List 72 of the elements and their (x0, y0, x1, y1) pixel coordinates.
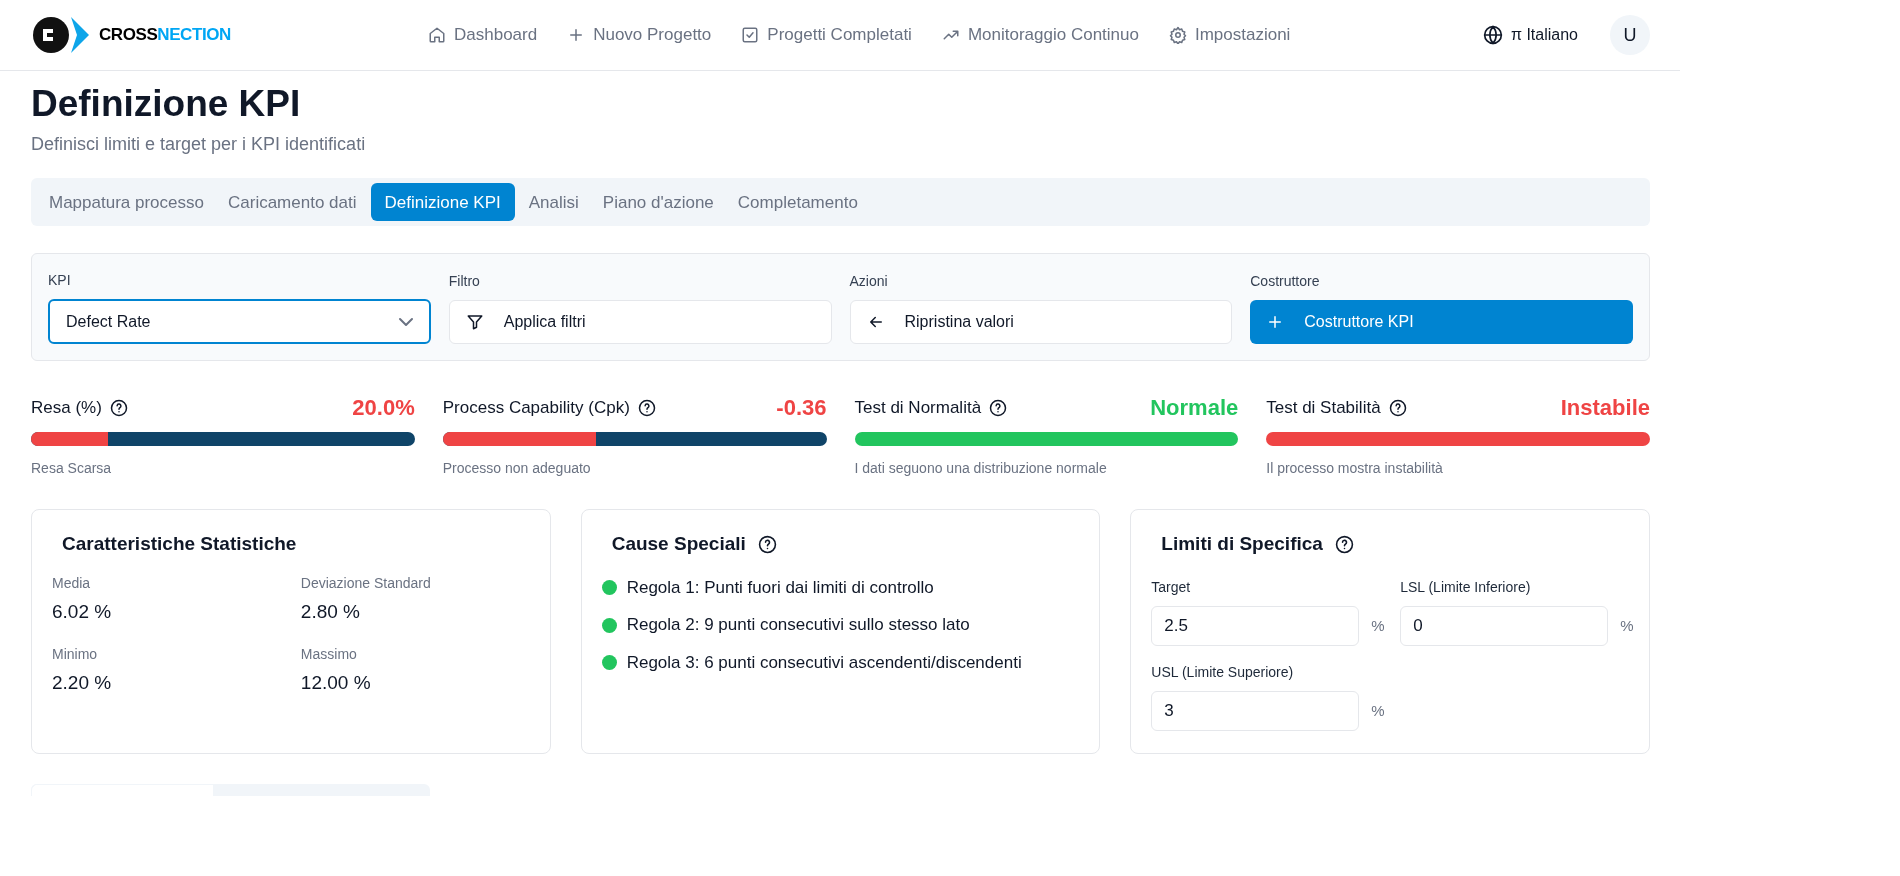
card-title: Cause Speciali (611, 532, 746, 557)
number-input[interactable]: 3 (1151, 690, 1360, 731)
brand-name: CROSSNECTION (99, 24, 231, 47)
field-label: USL (Limite Superiore) (1151, 662, 1295, 682)
unit-label: % (1371, 700, 1385, 721)
page-title: Definizione KPI (31, 82, 302, 126)
field-label: Costruttore (1250, 271, 1321, 291)
stat-value: 12.00 % (300, 671, 372, 696)
card-title: Caratteristiche Statistiche (62, 532, 298, 557)
user-avatar[interactable]: U (1610, 15, 1650, 55)
stat-label: Minimo (52, 645, 99, 665)
kpi-dropdown[interactable]: Defect Rate (48, 299, 431, 345)
metric-value: 20.0% (352, 394, 415, 423)
nav-link[interactable]: Impostazioni (1168, 22, 1291, 48)
metric-title: Test di Normalità (854, 397, 982, 419)
nav-link[interactable]: Monitoraggio Continuo (941, 22, 1139, 48)
step-tab[interactable]: Analisi (518, 183, 589, 222)
checkbox-icon (741, 26, 760, 44)
metric-title: Process Capability (Cpk) (442, 397, 630, 419)
step-tab[interactable]: Definizione KPI (370, 183, 515, 222)
language-selector[interactable]: π Italiano (1482, 23, 1578, 47)
field-label: Azioni (849, 271, 889, 291)
metric-note: Processo non adeguato (442, 459, 592, 479)
unit-label: % (1371, 615, 1385, 636)
number-input[interactable]: 0 (1400, 605, 1609, 646)
kpi-builder-button[interactable]: Costruttore KPI (1250, 299, 1633, 344)
step-tab[interactable]: Caricamento dati (218, 183, 367, 222)
stat-label: Deviazione Standard (300, 573, 432, 593)
page-subtitle: Definisci limiti e target per i KPI identificati (31, 133, 367, 157)
chevron-down-icon (398, 317, 413, 326)
step-tab[interactable]: Mappatura processo (39, 183, 214, 222)
stat-label: Massimo (300, 645, 358, 665)
rule-text: Regola 1: Punti fuori dai limiti di controllo (626, 576, 934, 599)
filter-button[interactable]: Applica filtri (448, 299, 832, 344)
logo-icon (31, 15, 91, 55)
help-icon (109, 398, 128, 417)
help-icon (1334, 535, 1354, 554)
help-icon (637, 398, 656, 417)
stat-value: 2.20 % (52, 671, 113, 696)
rule-text: Regola 2: 9 punti consecutivi sullo stesso lato (626, 614, 970, 637)
field-label: LSL (Limite Inferiore) (1400, 577, 1532, 597)
step-tab[interactable]: Completamento (727, 183, 868, 222)
metric-note: I dati seguono una distribuzione normale (854, 459, 1108, 479)
reset-button[interactable]: Ripristina valori (849, 299, 1233, 344)
help-icon (757, 535, 777, 554)
field-label: KPI (48, 271, 72, 291)
number-input[interactable]: 2.5 (1151, 605, 1360, 646)
metric-value: Normale (1150, 394, 1239, 423)
field-label: Target (1151, 577, 1192, 597)
metric-value: -0.36 (776, 394, 827, 423)
stat-label: Media (52, 573, 92, 593)
nav-link[interactable]: Nuovo Progetto (567, 22, 712, 48)
metric-value: Instabile (1560, 394, 1650, 423)
metric-note: Resa Scarsa (31, 459, 113, 479)
globe-icon (1482, 25, 1503, 45)
stat-value: 2.80 % (300, 599, 361, 624)
metric-title: Resa (%) (31, 397, 102, 419)
step-tab[interactable]: Piano d'azione (592, 183, 724, 222)
card-title: Limiti di Specifica (1161, 532, 1323, 557)
nav-link[interactable]: Progetti Completati (741, 22, 912, 48)
rule-text: Regola 3: 6 punti consecutivi ascendenti/discendenti (626, 651, 1022, 674)
settings-icon (1168, 26, 1187, 44)
help-icon (989, 398, 1008, 417)
help-icon (1388, 398, 1407, 417)
unit-label: % (1620, 615, 1634, 636)
metric-title: Test di Stabilità (1266, 397, 1381, 419)
metric-note: Il processo mostra instabilità (1266, 459, 1444, 479)
home-icon (428, 26, 446, 44)
stat-value: 6.02 % (52, 599, 113, 624)
nav-link[interactable]: Dashboard (428, 22, 538, 48)
filter-icon (465, 312, 484, 331)
field-label: Filtro (448, 271, 481, 291)
